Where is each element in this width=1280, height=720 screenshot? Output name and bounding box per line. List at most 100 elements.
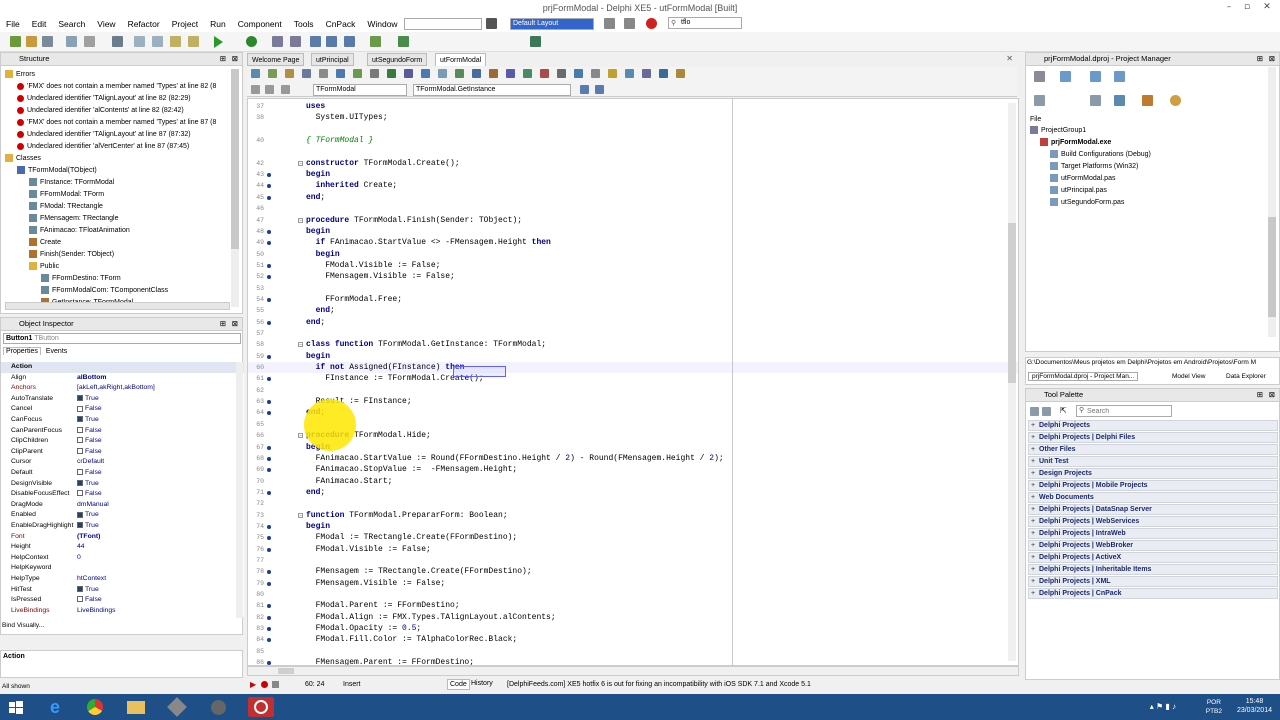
stop-icon[interactable] [290,36,301,47]
property-row[interactable]: HelpKeyword [1,563,244,574]
editor-tool-icon[interactable] [370,69,379,78]
editor-tool-icon[interactable] [421,69,430,78]
editor-tool-icon[interactable] [319,69,328,78]
editor-tool-icon[interactable] [540,69,549,78]
app-icon[interactable] [166,697,188,717]
new-item-icon[interactable] [1060,71,1071,82]
history-forward-icon[interactable] [265,85,274,94]
view-unit-icon[interactable] [134,36,145,47]
run-icon[interactable] [214,36,223,48]
palette-category[interactable]: Delphi Projects [1028,420,1278,431]
editor-tool-icon[interactable] [676,69,685,78]
fold-toggle[interactable]: − [298,342,303,348]
options-icon[interactable] [1170,95,1181,106]
property-value[interactable]: False [77,468,102,479]
ie-icon[interactable]: e [44,697,66,717]
structure-item-field[interactable]: FMensagem: TRectangle [29,213,118,224]
property-row[interactable]: CanFocus True [1,415,244,426]
checkbox[interactable] [77,511,83,518]
method-combo[interactable]: TFormModal.GetInstance [413,84,571,96]
tab-utsegundoform[interactable]: utSegundoForm [367,53,428,66]
palette-category[interactable]: Delphi Projects | Mobile Projects [1028,480,1278,491]
property-value[interactable]: True [77,510,99,521]
property-value[interactable]: True [77,415,99,426]
maximize-button[interactable]: ▫ [1240,2,1254,14]
build-icon[interactable] [1142,95,1153,106]
open-project-icon[interactable] [66,36,77,47]
checkbox[interactable] [77,416,83,423]
fold-toggle[interactable]: − [298,512,303,518]
tab-project-manager[interactable]: prjFormModal.dproj - Project Man... [1028,372,1139,381]
structure-item-method[interactable]: Finish(Sender: TObject) [29,249,114,260]
close-pane-icon[interactable]: ⊠ [1269,53,1275,65]
property-value[interactable]: True [77,479,99,490]
tab-data-explorer[interactable]: Data Explorer [1226,373,1266,380]
property-value[interactable]: alBottom [77,373,106,384]
structure-item-field[interactable]: FAnimacao: TFloatAnimation [29,225,130,236]
checkbox[interactable] [77,395,83,401]
back-icon[interactable] [370,36,381,47]
tab-code[interactable]: Code [447,679,470,690]
pin-icon[interactable]: ⊞ [220,318,226,330]
palette-category[interactable]: Delphi Projects | IntraWeb [1028,528,1278,539]
toggle-icon[interactable] [170,36,181,47]
palette-category[interactable]: Delphi Projects | XML [1028,576,1278,587]
property-row[interactable]: Anchors [akLeft,akRight,akBottom] [1,383,244,394]
clock[interactable]: 15:48 23/03/2014 [1237,697,1272,715]
run-to-cursor-icon[interactable] [344,36,355,47]
property-row[interactable]: HelpType htContext [1,574,244,585]
tab-utprincipal[interactable]: utPrincipal [311,53,354,66]
breakpoint-dot[interactable] [267,445,271,450]
remove-icon[interactable] [1090,71,1101,82]
align-right-icon[interactable] [595,85,604,94]
breakpoint-dot[interactable] [267,524,271,529]
editor-tool-icon[interactable] [302,69,311,78]
property-value[interactable]: False [77,404,102,415]
tab-welcome-page[interactable]: Welcome Page [247,53,305,66]
minimize-button[interactable]: – [1222,2,1236,14]
tab-properties[interactable]: Properties [3,347,41,355]
new-form-icon[interactable] [188,36,199,47]
project-item[interactable]: ProjectGroup1 [1030,125,1086,136]
breakpoint-dot[interactable] [267,661,271,665]
breakpoint-dot[interactable] [267,570,271,575]
breakpoint-dot[interactable] [267,173,271,178]
pm-vscroll[interactable] [1268,67,1276,337]
palette-category[interactable]: Web Documents [1028,492,1278,503]
checkbox[interactable] [77,585,83,592]
property-value[interactable]: 44 [77,542,85,553]
property-row[interactable]: IsPressed False [1,595,244,606]
editor-tool-icon[interactable] [506,69,515,78]
property-row[interactable]: HitTest True [1,584,244,596]
news-ticker[interactable]: [DelphiFeeds.com] XE5 hotfix 6 is out fo… [507,681,811,688]
breakpoint-dot[interactable] [267,604,271,609]
menu-search[interactable]: Search [58,19,85,29]
menu-view[interactable]: View [97,19,115,29]
palette-category[interactable]: Delphi Projects | DataSnap Server [1028,504,1278,515]
windows-start-icon[interactable] [4,697,28,717]
editor-tool-icon[interactable] [387,69,396,78]
property-value[interactable]: False [77,489,102,500]
save-all-icon[interactable] [42,36,53,47]
checkbox[interactable] [77,479,83,486]
structure-item-method[interactable]: Create [29,237,61,248]
checkbox[interactable] [77,437,83,444]
fold-toggle[interactable]: − [298,160,303,166]
editor-tool-icon[interactable] [472,69,481,78]
checkbox[interactable] [77,596,83,603]
palette-category[interactable]: Unit Test [1028,456,1278,467]
editor-tool-icon[interactable] [285,69,294,78]
structure-item-folder[interactable]: Errors [5,69,35,80]
property-row[interactable]: HelpContext 0 [1,552,244,564]
property-row[interactable]: Default False [1,468,244,479]
close-button[interactable]: ✕ [1260,2,1274,14]
property-value[interactable]: True [77,585,99,596]
editor-tool-icon[interactable] [455,69,464,78]
breakpoint-dot[interactable] [267,275,271,280]
checkbox[interactable] [77,405,83,412]
activate-icon[interactable] [1034,71,1045,82]
close-pane-icon[interactable]: ⊠ [1269,389,1275,401]
property-value[interactable]: False [77,595,102,606]
stop-record-icon[interactable] [646,18,657,29]
editor-tool-icon[interactable] [557,69,566,78]
